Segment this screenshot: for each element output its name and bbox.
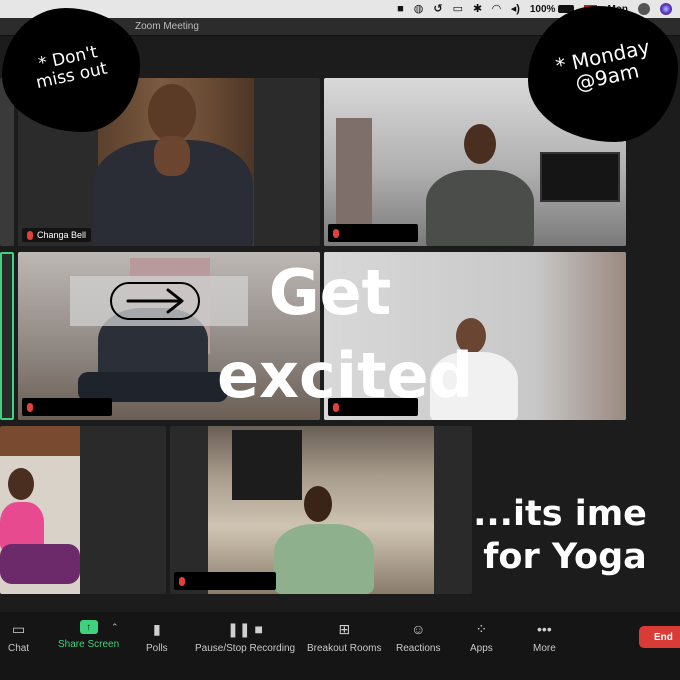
breakout-rooms-label: Breakout Rooms	[307, 643, 382, 654]
user-avatar-icon[interactable]	[638, 3, 650, 15]
participant-nameplate-redacted	[174, 572, 276, 590]
camera-status-icon[interactable]: ■	[397, 3, 404, 15]
participant-figure	[420, 78, 540, 246]
video-tile-participant-6[interactable]	[170, 426, 472, 594]
muted-mic-icon	[27, 230, 33, 240]
participant-name: Changa Bell	[37, 230, 87, 240]
reactions-button[interactable]: ☺ Reactions	[396, 620, 440, 654]
chat-button[interactable]: ▭ Chat	[8, 620, 30, 655]
chat-icon: ▭	[11, 620, 26, 637]
more-label: More	[533, 643, 556, 654]
participant-nameplate-redacted	[22, 398, 112, 416]
breakout-rooms-icon: ⊞	[338, 620, 351, 637]
tv-shape	[540, 152, 620, 202]
meeting-toolbar: ▭ Chat ↑ Share Screen ⌃ ▮ Polls ❚❚ ■ Pau…	[0, 612, 680, 680]
participant-figure	[270, 426, 380, 594]
arrow-right-icon	[126, 288, 184, 314]
airplay-icon[interactable]: ▭	[453, 3, 463, 15]
video-tile-participant-5[interactable]	[0, 426, 166, 594]
curtain-shape	[336, 118, 372, 236]
breakout-rooms-button[interactable]: ⊞ Breakout Rooms	[307, 620, 382, 655]
share-screen-icon: ↑	[79, 620, 98, 634]
record-icon: ❚❚ ■	[227, 620, 263, 637]
participant-figure	[0, 426, 80, 594]
chat-label: Chat	[8, 643, 30, 654]
time-machine-icon[interactable]: ↺	[433, 3, 442, 15]
headline-excited: excited	[216, 339, 474, 412]
bluetooth-icon[interactable]: ✱	[473, 3, 482, 15]
volume-icon[interactable]: ◂)	[511, 3, 520, 15]
apps-icon: ⁘	[475, 620, 488, 637]
video-tile-edge-left-2[interactable]	[0, 252, 14, 420]
share-screen-button[interactable]: ↑ Share Screen	[58, 620, 119, 650]
participant-nameplate: Changa Bell	[22, 228, 92, 242]
window-title: Zoom Meeting	[135, 21, 199, 32]
polls-button[interactable]: ▮ Polls	[146, 620, 168, 655]
app-status-icon[interactable]: ◍	[414, 3, 424, 15]
reactions-label: Reactions	[396, 643, 441, 654]
reactions-icon: ☺	[411, 621, 426, 637]
muted-mic-icon	[333, 228, 339, 238]
apps-label: Apps	[470, 643, 493, 654]
participant-nameplate-redacted	[328, 224, 418, 242]
more-icon: •••	[537, 621, 552, 637]
share-options-chevron-icon[interactable]: ⌃	[111, 622, 119, 633]
pause-stop-recording-button[interactable]: ❚❚ ■ Pause/Stop Recording	[195, 620, 296, 655]
battery-percent: 100%	[529, 3, 556, 15]
muted-mic-icon	[27, 402, 33, 412]
more-button[interactable]: ••• More	[533, 620, 556, 654]
end-meeting-button[interactable]: End	[639, 626, 680, 648]
polls-icon: ▮	[152, 620, 161, 637]
record-label: Pause/Stop Recording	[195, 643, 296, 654]
share-screen-label: Share Screen	[58, 639, 120, 650]
muted-mic-icon	[179, 576, 185, 586]
apps-button[interactable]: ⁘ Apps	[470, 620, 493, 655]
headline-get: Get	[268, 256, 392, 329]
tagline-line-1: ...its ime	[473, 494, 647, 534]
tagline-line-2: for Yoga	[483, 537, 647, 577]
wifi-icon[interactable]: ◠	[492, 3, 500, 15]
siri-icon[interactable]	[660, 3, 672, 15]
polls-label: Polls	[146, 643, 168, 654]
end-label: End	[654, 631, 673, 643]
